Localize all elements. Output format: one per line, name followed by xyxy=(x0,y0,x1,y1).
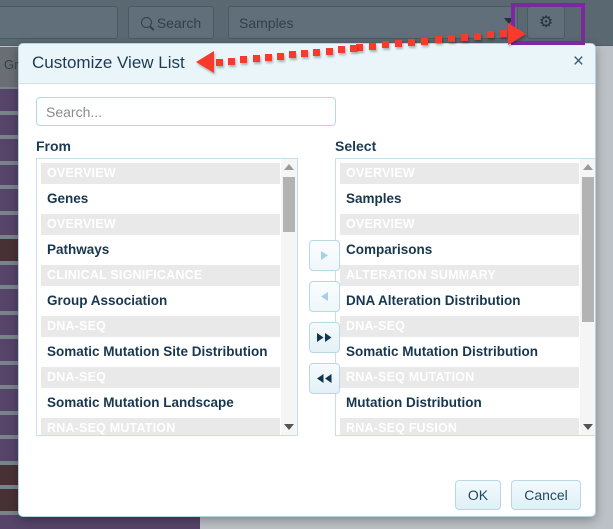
select-list-items: OVERVIEW Samples OVERVIEW Comparisons ALTERA… xyxy=(336,159,580,435)
double-triangle-right-icon xyxy=(316,332,333,343)
list-category-header: OVERVIEW xyxy=(41,163,281,184)
list-category-header: OVERVIEW xyxy=(340,163,580,184)
ok-button[interactable]: OK xyxy=(455,480,501,510)
from-list-scrollbar[interactable] xyxy=(280,159,297,435)
scroll-up-arrow-icon[interactable] xyxy=(284,164,294,170)
dialog-body: From Select OVERVIEW Genes OVERVIEW Pathway… xyxy=(19,84,595,477)
list-item[interactable]: Somatic Mutation Landscape xyxy=(41,392,281,414)
list-item[interactable]: Somatic Mutation Site Distribution xyxy=(41,341,281,363)
dialog-title: Customize View List xyxy=(32,53,185,72)
dialog-header: Customize View List × xyxy=(19,44,595,84)
list-category-header: OVERVIEW xyxy=(41,214,281,235)
list-item[interactable]: Group Association xyxy=(41,290,281,312)
scroll-up-arrow-icon[interactable] xyxy=(583,164,593,170)
list-item[interactable]: Comparisons xyxy=(340,239,580,261)
cancel-button[interactable]: Cancel xyxy=(511,480,581,510)
background-partial-label: Gr xyxy=(4,57,19,72)
list-category-header: RNA-SEQ MUTATION xyxy=(340,367,580,388)
list-item[interactable]: Mutation Distribution xyxy=(340,392,580,414)
scrollbar-thumb[interactable] xyxy=(283,177,295,232)
select-list-scrollbar[interactable] xyxy=(579,159,595,435)
list-category-header: DNA-SEQ xyxy=(41,367,281,388)
customize-view-list-dialog: Customize View List × From Select OVERVI… xyxy=(18,43,596,517)
list-category-header: OVERVIEW xyxy=(340,214,580,235)
list-category-header: ALTERATION SUMMARY xyxy=(340,265,580,286)
double-triangle-left-icon xyxy=(316,373,333,384)
select-listbox[interactable]: OVERVIEW Samples OVERVIEW Comparisons ALTERA… xyxy=(335,158,595,436)
scrollbar-thumb[interactable] xyxy=(582,177,594,322)
search-input[interactable] xyxy=(36,97,336,126)
triangle-right-icon xyxy=(319,250,330,261)
list-item[interactable]: Genes xyxy=(41,188,281,210)
scroll-down-arrow-icon[interactable] xyxy=(583,424,593,430)
move-right-button[interactable] xyxy=(309,240,340,271)
list-category-header: RNA-SEQ FUSION xyxy=(340,418,580,435)
move-all-left-button[interactable] xyxy=(309,363,340,394)
list-category-header: RNA-SEQ MUTATION xyxy=(41,418,281,435)
list-item[interactable]: Somatic Mutation Distribution xyxy=(340,341,580,363)
move-left-button[interactable] xyxy=(309,281,340,312)
move-all-right-button[interactable] xyxy=(309,322,340,353)
triangle-left-icon xyxy=(319,291,330,302)
scroll-down-arrow-icon[interactable] xyxy=(284,424,294,430)
select-list-label: Select xyxy=(335,138,377,154)
list-item[interactable]: Pathways xyxy=(41,239,281,261)
list-category-header: DNA-SEQ xyxy=(340,316,580,337)
list-category-header: DNA-SEQ xyxy=(41,316,281,337)
from-listbox[interactable]: OVERVIEW Genes OVERVIEW Pathways CLINICAL SI… xyxy=(36,158,298,436)
list-item[interactable]: Samples xyxy=(340,188,580,210)
list-item[interactable]: DNA Alteration Distribution xyxy=(340,290,580,312)
from-list-label: From xyxy=(36,138,71,154)
list-category-header: CLINICAL SIGNIFICANCE xyxy=(41,265,281,286)
close-icon[interactable]: × xyxy=(573,51,584,73)
from-list-items: OVERVIEW Genes OVERVIEW Pathways CLINICAL SI… xyxy=(37,159,281,435)
dialog-footer: OK Cancel xyxy=(19,477,595,516)
